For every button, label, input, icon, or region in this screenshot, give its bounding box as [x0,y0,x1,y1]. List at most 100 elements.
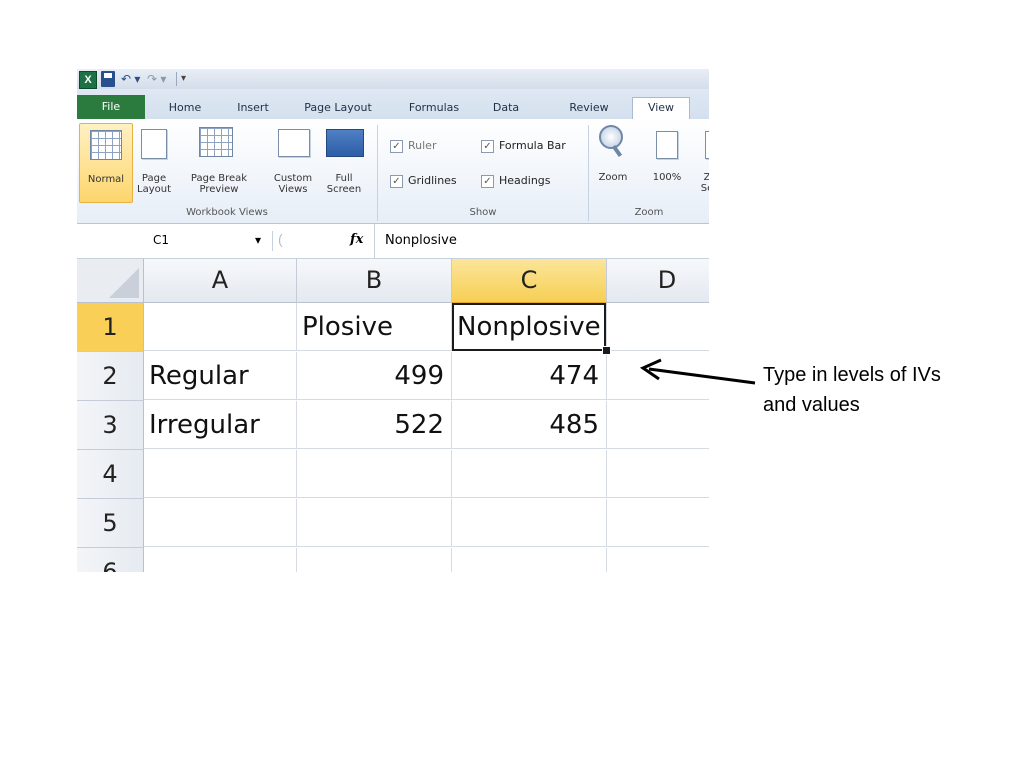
cell-a5[interactable] [144,499,297,547]
full-screen-icon [326,129,364,157]
cell-a4[interactable] [144,450,297,498]
ruler-checkbox[interactable]: ✓ [390,140,403,153]
formula-bar-paren-icon: ( [278,231,283,247]
select-all-corner[interactable] [77,259,144,303]
headings-label: Headings [499,174,551,187]
cell-a3[interactable]: Irregular [144,401,297,449]
cell-a2[interactable]: Regular [144,352,297,400]
row-header-5[interactable]: 5 [77,499,144,548]
excel-window: X ↶ ▾ ↷ ▾ ▾ File Home Insert Page Layout… [77,69,709,572]
zoom-100-icon [656,131,678,159]
cell-d5[interactable] [607,499,709,547]
tab-page-layout[interactable]: Page Layout [292,98,384,118]
tab-formulas[interactable]: Formulas [397,98,471,118]
formula-input[interactable]: Nonplosive [385,224,457,258]
formula-bar-checkbox[interactable]: ✓ [481,140,494,153]
arrow-shaft [648,367,756,385]
name-box[interactable]: C1 ▾ [77,231,273,251]
cell-c6[interactable] [452,548,607,572]
row-header-4[interactable]: 4 [77,450,144,499]
page-layout-icon [141,129,167,159]
headings-checkbox[interactable]: ✓ [481,175,494,188]
normal-view-icon [90,130,122,160]
column-header-c[interactable]: C [452,259,607,303]
fill-handle[interactable] [602,346,611,355]
custom-views-label-1: Custom [273,173,313,184]
cell-a1[interactable] [144,303,297,351]
zoom-label: Zoom [598,172,628,183]
cell-d6[interactable] [607,548,709,572]
tab-data[interactable]: Data [481,98,531,118]
save-icon[interactable] [101,71,115,87]
cell-reference: C1 [153,233,170,247]
cell-b1[interactable]: Plosive [297,303,452,351]
zoom-100-label: 100% [652,172,682,183]
row-header-3[interactable]: 3 [77,401,144,450]
gridlines-label: Gridlines [408,174,457,187]
cell-b4[interactable] [297,450,452,498]
cell-c5[interactable] [452,499,607,547]
column-header-d[interactable]: D [607,259,709,303]
cell-b2[interactable]: 499 [297,352,452,400]
cell-d4[interactable] [607,450,709,498]
cell-b6[interactable] [297,548,452,572]
cell-d1[interactable] [607,303,709,351]
zoom-magnifier-icon [599,125,623,149]
cell-c3[interactable]: 485 [452,401,607,449]
page-break-preview-icon [199,127,233,157]
row-header-6[interactable]: 6 [77,548,144,572]
column-header-a[interactable]: A [144,259,297,303]
cell-c2[interactable]: 474 [452,352,607,400]
annotation-text: Type in levels of IVs and values [763,360,1003,420]
tab-file[interactable]: File [77,95,145,119]
annotation-line-2: and values [763,394,860,416]
full-screen-label-1: Full [335,173,353,184]
row-header-1[interactable]: 1 [77,303,144,352]
page-break-label-2: Preview [199,184,239,195]
zoom-selection-label-2: Se [700,183,709,194]
title-bar: X ↶ ▾ ↷ ▾ ▾ [77,69,709,89]
redo-icon[interactable]: ↷ ▾ [147,71,173,87]
workbook-views-group-label: Workbook Views [186,207,268,218]
worksheet-grid: A B C D 1 2 3 4 5 6 Plosive Nonplosive R… [77,259,709,572]
formula-divider [374,224,375,258]
tab-home[interactable]: Home [155,98,215,118]
cell-a6[interactable] [144,548,297,572]
tab-review[interactable]: Review [559,98,619,118]
cell-d3[interactable] [607,401,709,449]
zoom-selection-icon[interactable] [705,131,709,159]
toolbar-divider [176,72,177,86]
zoom-selection-label-1: Z [703,172,709,183]
formula-bar-label: Formula Bar [499,139,566,152]
cell-c4[interactable] [452,450,607,498]
show-group-label: Show [469,207,497,218]
ruler-label: Ruler [408,139,437,152]
custom-views-icon [278,129,310,157]
ribbon-view: Normal Page Layout Page Break Preview Cu… [77,119,709,224]
column-header-b[interactable]: B [297,259,452,303]
excel-app-icon[interactable]: X [79,71,97,89]
undo-icon[interactable]: ↶ ▾ [121,71,143,87]
normal-view-button[interactable]: Normal [79,123,133,203]
page-layout-label-1: Page [141,173,167,184]
page-layout-label-2: Layout [137,184,171,195]
gridlines-checkbox[interactable]: ✓ [390,175,403,188]
annotation-arrow [639,358,756,385]
zoom-group-label: Zoom [634,207,664,218]
full-screen-label-2: Screen [326,184,362,195]
page-break-label-1: Page Break [190,173,248,184]
tab-view[interactable]: View [632,97,690,120]
custom-views-label-2: Views [278,184,308,195]
customize-quick-access-icon[interactable]: ▾ [181,71,191,87]
active-cell-border [452,303,606,351]
magnifier-handle-icon [611,144,623,158]
ribbon-tabs: File Home Insert Page Layout Formulas Da… [77,89,709,120]
cell-b5[interactable] [297,499,452,547]
cell-b3[interactable]: 522 [297,401,452,449]
normal-view-label: Normal [87,174,125,185]
tab-insert[interactable]: Insert [225,98,281,118]
insert-function-icon[interactable]: fx [350,232,363,247]
row-header-2[interactable]: 2 [77,352,144,401]
name-box-dropdown-icon[interactable]: ▾ [255,233,261,247]
annotation-line-1: Type in levels of IVs [763,364,941,386]
